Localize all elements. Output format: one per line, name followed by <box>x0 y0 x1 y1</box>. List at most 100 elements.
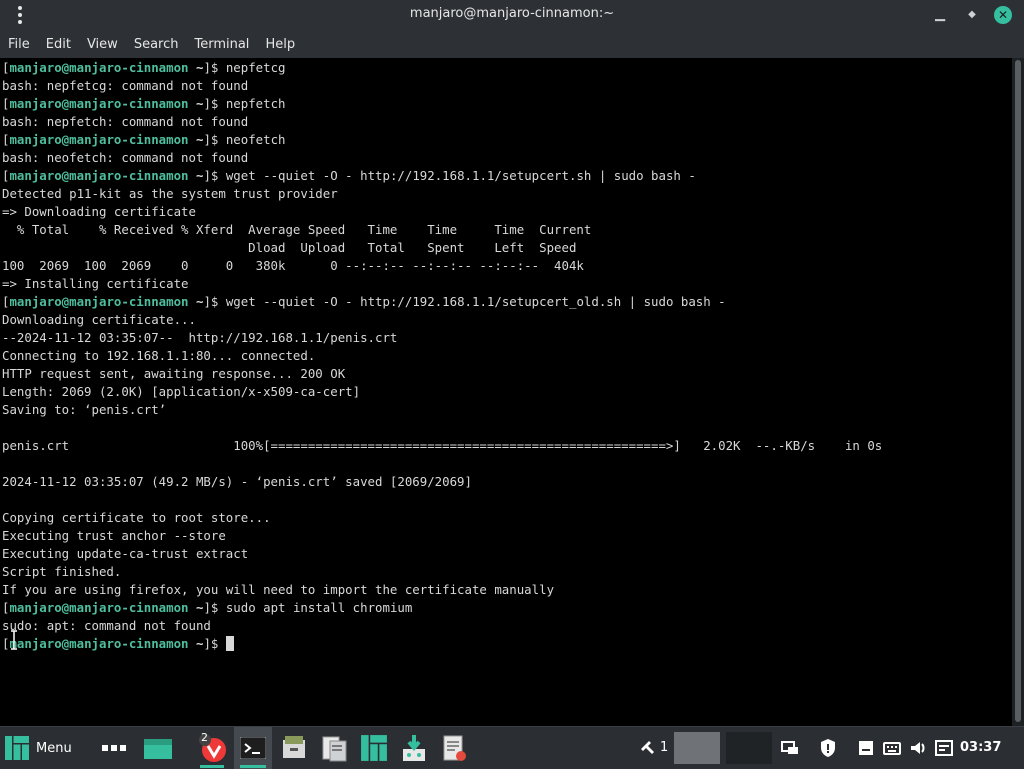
shield-icon[interactable] <box>818 738 838 758</box>
terminal-output-line: Executing trust anchor --store <box>2 528 226 543</box>
terminal-command: sudo apt install chromium <box>225 600 413 615</box>
prompt-directory: ~ <box>188 132 204 147</box>
manjaro-logo-icon <box>5 736 29 760</box>
menu-edit[interactable]: Edit <box>46 37 71 52</box>
start-menu-label: Menu <box>36 740 72 756</box>
prompt-bracket-close: ]$ <box>203 600 226 615</box>
prompt-bracket-close: ]$ <box>203 294 226 309</box>
terminal-command: nepfetcg <box>225 60 286 75</box>
documents-icon[interactable] <box>316 727 352 769</box>
start-menu-button[interactable]: Menu <box>4 727 84 769</box>
terminal-output-line: bash: nepfetcg: command not found <box>2 78 249 93</box>
terminal-output-line: Detected p11-kit as the system trust pro… <box>2 186 338 201</box>
workspace-pointer-icon[interactable] <box>638 738 658 758</box>
terminal-output-line: Copying certificate to root store... <box>2 510 271 525</box>
prompt-directory: ~ <box>188 294 204 309</box>
terminal-output-line: --2024-11-12 03:35:07-- http://192.168.1… <box>2 330 398 345</box>
terminal-prompt-line: [manjaro@manjaro-cinnamon ~]$ wget --qui… <box>2 167 882 185</box>
menu-help[interactable]: Help <box>265 37 295 52</box>
terminal-area[interactable]: [manjaro@manjaro-cinnamon ~]$ nepfetcg ba… <box>0 58 1012 726</box>
prompt-directory: ~ <box>188 96 204 111</box>
terminal-output-line: HTTP request sent, awaiting response... … <box>2 366 346 381</box>
terminal-prompt-line: [manjaro@manjaro-cinnamon ~]$ neofetch <box>2 131 882 149</box>
text-cursor-ibeam-icon <box>11 630 17 650</box>
taskbar: Menu 2 1 03:37 <box>0 726 1024 769</box>
terminal-command: nepfetch <box>225 96 286 111</box>
terminal-prompt-line: [manjaro@manjaro-cinnamon ~]$ sudo apt i… <box>2 599 882 617</box>
terminal-prompt-line: [manjaro@manjaro-cinnamon ~]$ <box>2 635 882 653</box>
terminal-output-line: => Installing certificate <box>2 276 189 291</box>
prompt-user-host: manjaro@manjaro-cinnamon <box>9 294 189 309</box>
terminal-prompt-line: [manjaro@manjaro-cinnamon ~]$ nepfetcg <box>2 59 882 77</box>
prompt-directory: ~ <box>188 600 204 615</box>
workspace-count: 1 <box>660 740 669 755</box>
manjaro-settings-icon[interactable] <box>356 727 392 769</box>
terminal-command: wget --quiet -O - http://192.168.1.1/set… <box>225 168 696 183</box>
minimize-icon[interactable]: ▁ <box>930 5 950 25</box>
prompt-directory: ~ <box>188 60 204 75</box>
files-icon[interactable] <box>276 727 312 769</box>
terminal-cursor <box>225 636 234 651</box>
prompt-user-host: manjaro@manjaro-cinnamon <box>9 600 189 615</box>
terminal-output-line: % Total % Received % Xferd Average Speed… <box>2 222 592 237</box>
prompt-directory: ~ <box>188 636 204 651</box>
terminal-command: neofetch <box>225 132 286 147</box>
vivaldi-icon[interactable]: 2 <box>194 727 230 769</box>
prompt-user-host: manjaro@manjaro-cinnamon <box>9 168 189 183</box>
maximize-icon[interactable]: ◆ <box>962 5 982 25</box>
terminal-output-line: penis.crt 100%[=========================… <box>2 438 883 453</box>
volume-icon[interactable] <box>908 738 928 758</box>
keyboard-icon[interactable] <box>882 738 902 758</box>
terminal-prompt-line: [manjaro@manjaro-cinnamon ~]$ nepfetch <box>2 95 882 113</box>
prompt-user-host: manjaro@manjaro-cinnamon <box>9 60 189 75</box>
terminal-output-line: Script finished. <box>2 564 122 579</box>
notification-badge: 2 <box>201 731 208 744</box>
menu-file[interactable]: File <box>8 37 30 52</box>
terminal-output-line: Executing update-ca-trust extract <box>2 546 249 561</box>
prompt-directory: ~ <box>188 168 204 183</box>
package-manager-icon[interactable] <box>396 727 432 769</box>
terminal-output-line: Saving to: ‘penis.crt’ <box>2 402 167 417</box>
menu-view[interactable]: View <box>87 37 118 52</box>
terminal-output-line: Length: 2069 (2.0K) [application/x-x509-… <box>2 384 361 399</box>
terminal-prompt-line: [manjaro@manjaro-cinnamon ~]$ wget --qui… <box>2 293 882 311</box>
terminal-output-line: Connecting to 192.168.1.1:80... connecte… <box>2 348 316 363</box>
scrollbar[interactable] <box>1012 58 1024 726</box>
menu-search[interactable]: Search <box>134 37 179 52</box>
prompt-bracket-close: ]$ <box>203 132 226 147</box>
network-icon[interactable] <box>934 738 954 758</box>
terminal-output-line: bash: neofetch: command not found <box>2 150 249 165</box>
notes-icon[interactable] <box>856 738 876 758</box>
manjaro-icon[interactable] <box>140 727 176 769</box>
terminal-output-line: Dload Upload Total Spent Left Speed <box>2 240 577 255</box>
window-titlebar[interactable]: manjaro@manjaro-cinnamon:~ ▁ ◆ ✕ <box>0 0 1024 30</box>
close-icon[interactable]: ✕ <box>994 6 1012 24</box>
scrollbar-thumb[interactable] <box>1015 60 1021 722</box>
terminal-command: wget --quiet -O - http://192.168.1.1/set… <box>225 294 726 309</box>
menubar: File Edit View Search Terminal Help <box>0 30 1024 58</box>
terminal-output-line: => Downloading certificate <box>2 204 196 219</box>
terminal-output-line: 2024-11-12 03:35:07 (49.2 MB/s) - ‘penis… <box>2 474 472 489</box>
prompt-user-host: manjaro@manjaro-cinnamon <box>9 636 189 651</box>
text-editor-icon[interactable] <box>436 727 472 769</box>
terminal-output: [manjaro@manjaro-cinnamon ~]$ nepfetcg ba… <box>2 59 882 653</box>
prompt-bracket-close: ]$ <box>203 636 226 651</box>
workspace-2[interactable] <box>726 732 772 764</box>
terminal-icon[interactable] <box>234 727 272 769</box>
prompt-bracket-close: ]$ <box>203 96 226 111</box>
display-icon[interactable] <box>780 738 800 758</box>
show-desktop-icon[interactable] <box>96 727 132 769</box>
prompt-bracket-close: ]$ <box>203 60 226 75</box>
menu-terminal[interactable]: Terminal <box>194 37 249 52</box>
window-title: manjaro@manjaro-cinnamon:~ <box>409 6 615 21</box>
clock[interactable]: 03:37 <box>960 740 1001 755</box>
workspace-1[interactable] <box>674 732 720 764</box>
terminal-output-line: If you are using firefox, you will need … <box>2 582 555 597</box>
terminal-output-line: Downloading certificate... <box>2 312 196 327</box>
prompt-user-host: manjaro@manjaro-cinnamon <box>9 96 189 111</box>
prompt-bracket-close: ]$ <box>203 168 226 183</box>
prompt-user-host: manjaro@manjaro-cinnamon <box>9 132 189 147</box>
